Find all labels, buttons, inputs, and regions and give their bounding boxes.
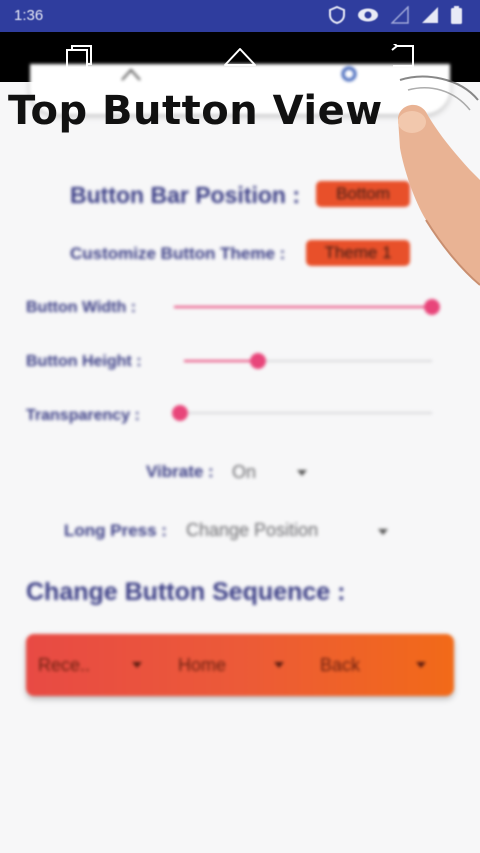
- pointing-hand-icon: [398, 75, 480, 286]
- sequence-slot-2[interactable]: Home: [178, 634, 296, 696]
- chevron-down-icon: [132, 662, 142, 668]
- theme-label: Customize Button Theme :: [70, 244, 286, 263]
- long-press-dropdown[interactable]: Change Position: [186, 520, 318, 541]
- vibrate-label: Vibrate :: [146, 462, 214, 481]
- status-icons: [329, 6, 462, 24]
- height-slider-fill: [184, 360, 259, 362]
- sequence-slot-1-label: Rece..: [38, 654, 91, 675]
- long-press-label: Long Press :: [64, 521, 167, 540]
- sequence-slot-3-label: Back: [320, 654, 361, 675]
- vibrate-dropdown[interactable]: On: [232, 462, 256, 483]
- sequence-slot-3[interactable]: Back: [320, 634, 440, 696]
- status-bar: 1:36: [0, 0, 480, 32]
- wifi-signal-icon: [391, 6, 409, 24]
- vibrate-caret-icon: [297, 470, 307, 476]
- height-slider[interactable]: [184, 353, 432, 369]
- sequence-slot-2-label: Home: [178, 654, 227, 675]
- status-time: 1:36: [14, 7, 44, 24]
- chevron-down-icon: [274, 662, 284, 668]
- sequence-slot-1[interactable]: Rece..: [38, 634, 156, 696]
- eye-icon: [358, 8, 378, 22]
- position-label: Button Bar Position :: [70, 182, 300, 208]
- headline: Top Button View: [8, 88, 383, 134]
- transparency-label: Transparency :: [26, 407, 140, 424]
- transparency-slider[interactable]: [172, 405, 432, 421]
- sequence-bar: Rece.. Home Back: [26, 634, 454, 696]
- width-slider-fill: [174, 306, 432, 308]
- long-press-caret-icon: [378, 529, 388, 535]
- width-slider-thumb[interactable]: [424, 299, 440, 315]
- width-label: Button Width :: [26, 299, 137, 316]
- chevron-down-icon: [416, 662, 426, 668]
- width-slider[interactable]: [174, 299, 440, 315]
- height-slider-thumb[interactable]: [250, 353, 267, 369]
- home-icon: [121, 68, 141, 81]
- battery-icon: [451, 6, 462, 24]
- sequence-title: Change Button Sequence :: [26, 578, 346, 606]
- shield-icon: [329, 6, 345, 24]
- gear-icon: [341, 66, 357, 82]
- transparency-slider-thumb[interactable]: [172, 405, 188, 421]
- height-label: Button Height :: [26, 353, 142, 370]
- cell-signal-icon: [422, 7, 438, 23]
